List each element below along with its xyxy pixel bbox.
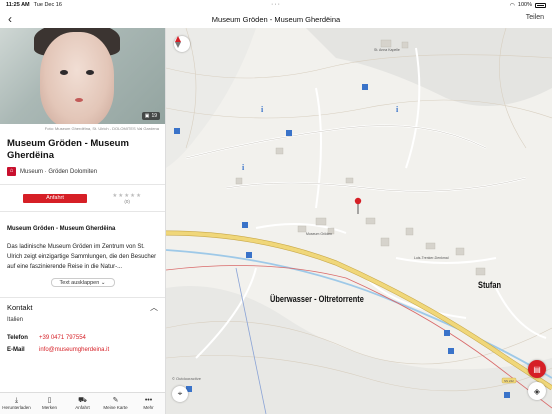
tab-my-map[interactable]: ✎ Meine Karte <box>99 393 132 414</box>
poi-photo[interactable]: ▣ 19 <box>0 28 165 124</box>
contact-header[interactable]: Kontakt ︿ <box>0 297 165 317</box>
tab-download-label: Herunterladen <box>2 405 31 410</box>
tab-bookmark[interactable]: ▯ Merken <box>33 393 66 414</box>
map-label-ueberwasser: Überwasser - Oltretorrente <box>270 294 364 305</box>
map-label-museum: Museum Gröden <box>306 232 333 236</box>
status-time: 11:25 AM <box>6 2 30 8</box>
detail-panel[interactable]: ▣ 19 Foto: Museum Gherdëina, St. Ulrich … <box>0 28 166 392</box>
tab-more[interactable]: ••• Mehr <box>132 393 165 414</box>
phone-label: Telefon <box>7 335 28 341</box>
share-button[interactable]: Teilen <box>526 14 544 21</box>
email-label: E-Mail <box>7 347 25 353</box>
contact-country: Italien <box>7 317 24 323</box>
tab-my-map-label: Meine Karte <box>103 405 128 410</box>
photo-count-badge[interactable]: ▣ 19 <box>141 112 160 120</box>
expand-text-button[interactable]: Text ausklappen ⌄ <box>50 278 115 287</box>
photo-count: 19 <box>151 113 157 119</box>
photo-credit: Foto: Museum Gherdëina, St. Ulrich - DOL… <box>44 126 159 131</box>
photo-doll-eye-right <box>86 70 94 75</box>
status-bar: 11:25 AM Tue Dec 16 ··· ◠ 100% <box>0 0 552 10</box>
rating-count: (0) <box>124 198 130 204</box>
map-edit-icon: ✎ <box>112 397 119 404</box>
compass-icon[interactable] <box>174 36 190 52</box>
museum-category-icon: ⌂ <box>7 167 16 176</box>
description-title: Museum Gröden - Museum Gherdëina <box>7 226 116 232</box>
photo-doll-face <box>40 32 114 124</box>
tab-bookmark-label: Merken <box>41 405 57 410</box>
page-title: Museum Gröden - Museum Gherdëina <box>211 14 341 24</box>
tab-more-label: Mehr <box>143 405 154 410</box>
poi-category: ⌂ Museum · Gröden Dolomiten <box>0 162 165 176</box>
approach-button[interactable]: Anfahrt <box>23 193 87 203</box>
map-content-button[interactable]: ▤ <box>528 360 546 378</box>
svg-text:i: i <box>261 105 264 114</box>
tab-approach-label: Anfahrt <box>75 405 90 410</box>
tab-download[interactable]: ⤓ Herunterladen <box>0 393 33 414</box>
map-view[interactable]: i i i Überwasser - Oltretorrente Stufan … <box>166 28 552 414</box>
svg-text:i: i <box>242 163 245 172</box>
map-label-road: SS 242 <box>504 379 514 383</box>
map-label-stufan: Stufan <box>478 280 502 291</box>
bookmark-map-icon: ▤ <box>533 364 541 374</box>
download-icon: ⤓ <box>14 397 19 404</box>
back-chevron-icon[interactable]: ‹ <box>8 11 12 27</box>
chevron-up-icon[interactable]: ︿ <box>150 302 158 313</box>
contact-email-row: E-Mail info@museumgherdeina.it <box>0 347 165 353</box>
locate-me-icon[interactable]: ⌖ <box>172 386 188 402</box>
rating-stars-icon: ★★★★★ <box>112 192 142 199</box>
svg-text:i: i <box>396 105 399 114</box>
more-icon: ••• <box>144 397 153 404</box>
bottom-tab-bar: ⤓ Herunterladen ▯ Merken ⛟ Anfahrt ✎ Mei… <box>0 392 166 414</box>
map-canvas[interactable]: i i i <box>166 28 552 414</box>
poi-title: Museum Gröden - Museum Gherdëina <box>7 138 129 161</box>
tab-approach[interactable]: ⛟ Anfahrt <box>66 393 99 414</box>
email-link[interactable]: info@museumgherdeina.it <box>39 347 109 353</box>
map-label-st-anna: St. Anna Kapelle <box>374 48 400 52</box>
chevron-down-icon: ⌄ <box>100 280 106 286</box>
car-icon: ⛟ <box>78 397 87 404</box>
wifi-icon: ◠ <box>509 2 515 9</box>
battery-percent: 100% <box>517 2 532 8</box>
image-icon: ▣ <box>144 113 150 119</box>
nav-bar: ‹ Museum Gröden - Museum Gherdëina Teile… <box>0 10 552 28</box>
layers-icon: ◈ <box>533 386 541 396</box>
poi-category-label: Museum · Gröden Dolomiten <box>20 168 98 175</box>
map-attribution[interactable]: © Outdooractive <box>172 376 201 381</box>
description-text: Das ladinische Museum Gröden im Zentrum … <box>7 244 157 270</box>
expand-text-label: Text ausklappen <box>59 280 100 286</box>
photo-doll-eye-left <box>60 70 68 75</box>
map-layers-button[interactable]: ◈ <box>528 382 546 400</box>
contact-phone-row: Telefon +39 0471 797554 <box>0 335 165 341</box>
battery-icon <box>535 2 546 8</box>
bookmark-icon: ▯ <box>47 397 52 404</box>
multitasking-dots-icon[interactable]: ··· <box>271 1 281 8</box>
contact-title: Kontakt <box>7 303 33 312</box>
photo-doll-mouth <box>75 98 83 102</box>
map-label-luis-trenker: Luis-Trenker-Denkmal <box>414 256 449 260</box>
phone-link[interactable]: +39 0471 797554 <box>39 335 86 341</box>
action-row: Anfahrt ★★★★★ (0) <box>0 184 165 212</box>
terrain-shade-north <box>306 28 552 106</box>
rating[interactable]: ★★★★★ (0) <box>112 193 142 204</box>
status-date: Tue Dec 16 <box>33 2 62 8</box>
selected-poi-pin[interactable] <box>354 197 362 214</box>
